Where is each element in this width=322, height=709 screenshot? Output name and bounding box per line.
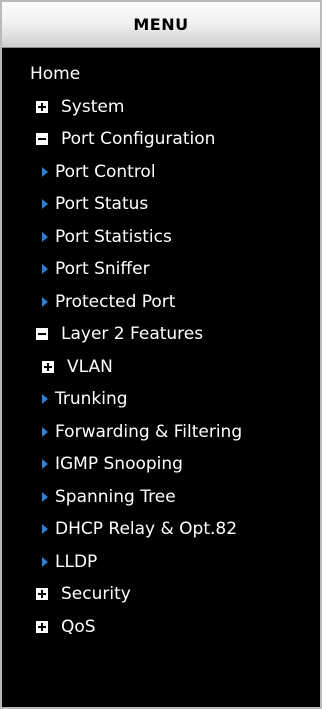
- menu-item-label: Home: [30, 64, 81, 85]
- menu-item-security[interactable]: Security: [2, 578, 320, 611]
- arrow-right-icon: [42, 556, 48, 567]
- expand-plus-icon[interactable]: [36, 588, 48, 601]
- menu-item-label: Protected Port: [55, 291, 176, 312]
- menu-item-trunking[interactable]: Trunking: [2, 383, 320, 416]
- menu-list: Home System Port Configuration Port Control…: [2, 48, 320, 643]
- arrow-right-icon: [42, 459, 48, 470]
- menu-item-qos[interactable]: QoS: [2, 611, 320, 644]
- arrow-right-icon: [42, 426, 48, 437]
- menu-item-label: DHCP Relay & Opt.82: [55, 519, 238, 540]
- menu-item-label: Port Configuration: [61, 129, 216, 150]
- menu-item-label: Port Status: [55, 194, 149, 215]
- menu-item-label: Security: [61, 584, 131, 605]
- menu-item-home[interactable]: Home: [2, 58, 320, 91]
- menu-item-igmp-snooping[interactable]: IGMP Snooping: [2, 448, 320, 481]
- menu-item-label: Port Control: [55, 161, 156, 182]
- menu-item-label: Trunking: [55, 389, 128, 410]
- menu-header: MENU: [2, 2, 320, 48]
- menu-item-label: Spanning Tree: [55, 486, 176, 507]
- menu-panel: MENU Home System Port Configuration Port Co…: [0, 0, 322, 709]
- expand-plus-icon[interactable]: [36, 620, 48, 633]
- menu-title: MENU: [133, 15, 189, 34]
- menu-item-label: Port Statistics: [55, 226, 172, 247]
- menu-item-label: IGMP Snooping: [55, 454, 183, 475]
- arrow-right-icon: [42, 296, 48, 307]
- menu-item-label: System: [61, 96, 125, 117]
- menu-item-label: Port Sniffer: [55, 259, 150, 280]
- arrow-right-icon: [42, 264, 48, 275]
- collapse-minus-icon[interactable]: [36, 328, 48, 341]
- menu-item-vlan[interactable]: VLAN: [2, 351, 320, 384]
- menu-item-label: VLAN: [67, 356, 113, 377]
- menu-item-label: QoS: [61, 616, 96, 637]
- menu-item-dhcp-relay-opt82[interactable]: DHCP Relay & Opt.82: [2, 513, 320, 546]
- menu-item-system[interactable]: System: [2, 91, 320, 124]
- menu-item-port-control[interactable]: Port Control: [2, 156, 320, 189]
- menu-item-lldp[interactable]: LLDP: [2, 546, 320, 579]
- arrow-right-icon: [42, 166, 48, 177]
- arrow-right-icon: [42, 394, 48, 405]
- menu-item-port-configuration[interactable]: Port Configuration: [2, 123, 320, 156]
- menu-item-spanning-tree[interactable]: Spanning Tree: [2, 481, 320, 514]
- arrow-right-icon: [42, 199, 48, 210]
- collapse-minus-icon[interactable]: [36, 133, 48, 146]
- menu-item-label: LLDP: [55, 551, 98, 572]
- menu-item-protected-port[interactable]: Protected Port: [2, 286, 320, 319]
- menu-item-layer-2-features[interactable]: Layer 2 Features: [2, 318, 320, 351]
- arrow-right-icon: [42, 524, 48, 535]
- menu-item-port-statistics[interactable]: Port Statistics: [2, 221, 320, 254]
- menu-item-label: Forwarding & Filtering: [55, 421, 243, 442]
- expand-plus-icon[interactable]: [42, 360, 54, 373]
- menu-item-port-sniffer[interactable]: Port Sniffer: [2, 253, 320, 286]
- arrow-right-icon: [42, 231, 48, 242]
- expand-plus-icon[interactable]: [36, 100, 48, 113]
- menu-item-label: Layer 2 Features: [61, 324, 204, 345]
- arrow-right-icon: [42, 491, 48, 502]
- menu-item-port-status[interactable]: Port Status: [2, 188, 320, 221]
- menu-item-forwarding-filtering[interactable]: Forwarding & Filtering: [2, 416, 320, 449]
